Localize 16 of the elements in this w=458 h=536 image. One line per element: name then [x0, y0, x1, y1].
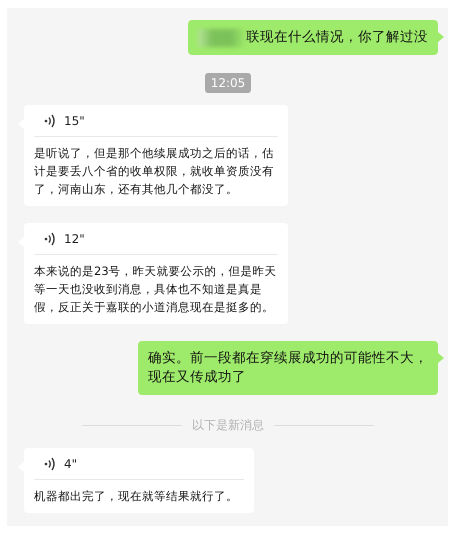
new-messages-divider: 以下是新消息: [192, 417, 264, 434]
voice-message-bubble[interactable]: 4" 机器都出完了，现在就等结果就行了。: [24, 448, 254, 513]
transcription-text: 机器都出完了，现在就等结果就行了。: [34, 488, 239, 505]
voice-duration: 12": [64, 232, 85, 246]
bubble-tail: [438, 353, 444, 363]
voice-icon: [44, 457, 56, 471]
voice-duration: 4": [64, 457, 78, 471]
transcription-text: 是听说了，但是那个他续展成功之后的话，估计是要丢八个省的收单权限，就收单资质没有了，河南山东，还有其他几个都没了。: [34, 145, 275, 198]
transcription-text: 本来说的是23号，昨天就要公示的，但是昨天等一天也没收到消息，具体也不知道是真是假，反正关于嘉联的小道消息现在是挺多的。: [34, 263, 278, 316]
voice-icon: [44, 232, 56, 246]
bubble-tail: [438, 32, 444, 42]
voice-duration: 15": [64, 114, 85, 128]
voice-message-bubble[interactable]: 12" 本来说的是23号，昨天就要公示的，但是昨天等一天也没收到消息，具体也不知道是真是假，反正关于嘉联的小道消息现在是挺多的。: [24, 223, 288, 324]
timestamp: 12:05: [204, 73, 252, 93]
voice-message-bubble[interactable]: 15" 是听说了，但是那个他续展成功之后的话，估计是要丢八个省的收单权限，就收单资质没有了，河南山东，还有其他几个都没了。: [24, 105, 288, 206]
voice-icon: [44, 114, 56, 128]
